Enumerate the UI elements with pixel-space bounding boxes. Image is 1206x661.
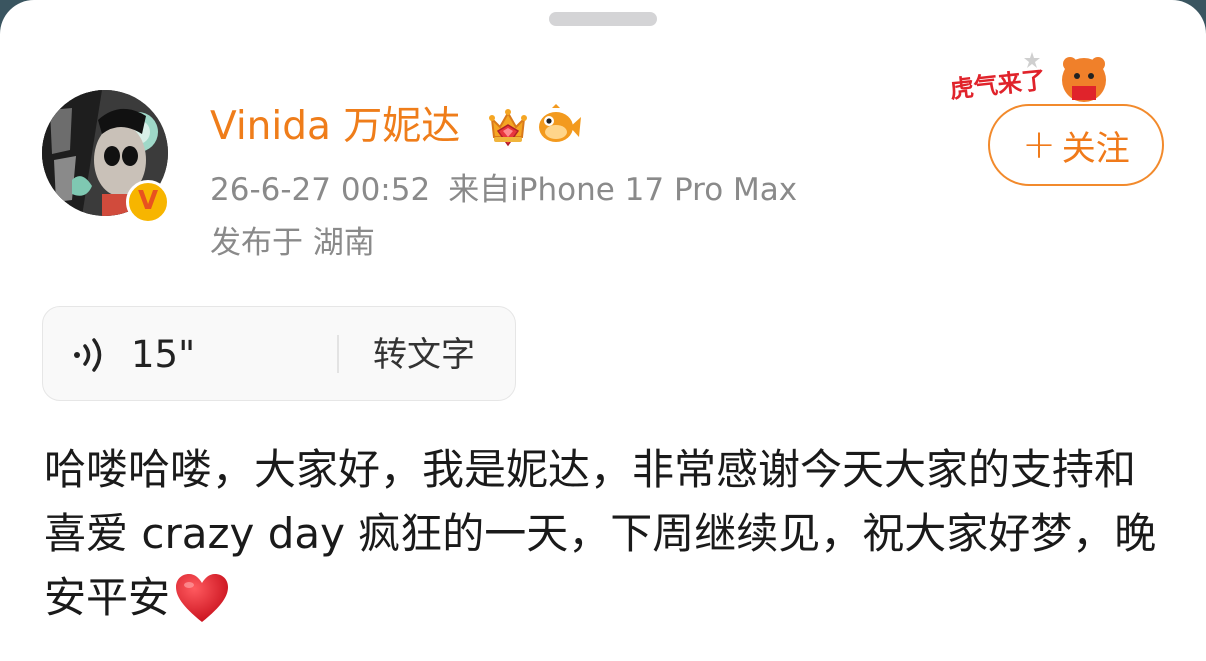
verified-badge-icon: V <box>126 180 170 224</box>
fish-icon[interactable] <box>534 103 582 149</box>
plus-icon: + <box>1022 122 1056 168</box>
post-source: 来自iPhone 17 Pro Max <box>448 172 798 208</box>
voice-duration: 15" <box>131 333 196 376</box>
follow-button-label: 关注 <box>1061 128 1130 169</box>
crown-medal-icon[interactable] <box>484 103 532 151</box>
post-sheet: V Vinida 万妮达 26-6-27 00:52 来自iPhone 17 Pr… <box>0 0 1206 661</box>
tiger-sticker-icon: 虎气来了 <box>949 52 1106 104</box>
post-timestamp: 26-6-27 00:52 <box>210 172 431 208</box>
heart-icon <box>176 574 229 622</box>
follow-button[interactable]: + 关注 <box>988 104 1164 186</box>
voice-divider <box>337 335 339 373</box>
post-location: 发布于 湖南 <box>210 225 375 261</box>
post-body: 哈喽哈喽，大家好，我是妮达，非常感谢今天大家的支持和喜爱 crazy day 疯… <box>44 438 1174 630</box>
post-meta: 26-6-27 00:52 来自iPhone 17 Pro Max <box>210 168 797 212</box>
tiger-sticker-text: 虎气来了 <box>949 66 1047 104</box>
voice-message[interactable]: 15" 转文字 <box>42 306 516 401</box>
transcribe-button[interactable]: 转文字 <box>373 331 475 379</box>
sheet-grabber[interactable] <box>549 12 657 26</box>
voice-wave-icon <box>74 338 102 372</box>
author-name[interactable]: Vinida 万妮达 <box>210 100 460 154</box>
